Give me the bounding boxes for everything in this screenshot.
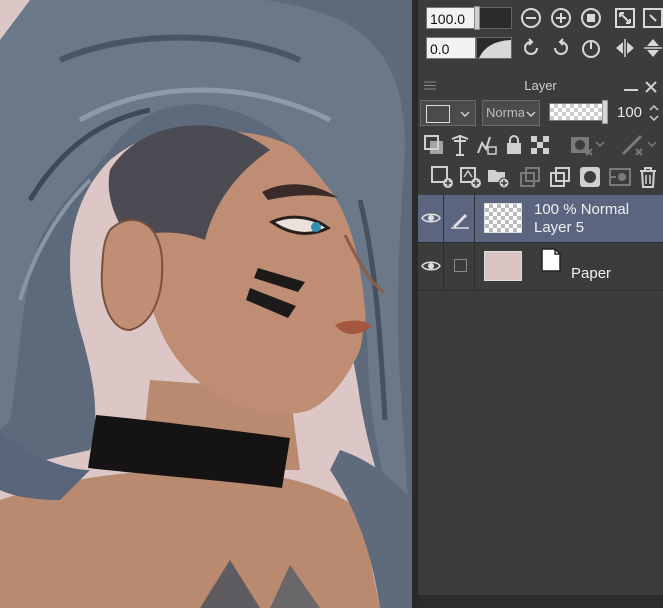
zoom-slider-thumb[interactable] bbox=[474, 6, 480, 30]
reset-rotation-icon[interactable] bbox=[580, 37, 602, 59]
close-icon[interactable] bbox=[644, 80, 658, 94]
pencil-icon bbox=[451, 214, 469, 229]
visibility-toggle[interactable] bbox=[418, 243, 444, 291]
layer-tool-row-1 bbox=[418, 130, 663, 160]
fit-window-icon[interactable] bbox=[614, 7, 636, 29]
visibility-toggle[interactable] bbox=[418, 195, 444, 243]
lock-transparent-pixels-icon[interactable] bbox=[528, 133, 552, 157]
layer-row-paper[interactable]: Paper bbox=[418, 243, 663, 291]
rotate-value-field[interactable]: 0.0 bbox=[426, 37, 476, 59]
minimize-icon[interactable] bbox=[624, 89, 638, 91]
layer-panel-header: Layer bbox=[418, 72, 663, 98]
new-raster-layer-icon[interactable] bbox=[430, 165, 454, 189]
chevron-down-icon bbox=[460, 111, 470, 118]
transfer-to-lower-layer-icon[interactable] bbox=[518, 165, 542, 189]
reference-layer-icon[interactable] bbox=[448, 133, 472, 157]
layer-list-footer bbox=[418, 595, 663, 608]
flip-horizontal-icon[interactable] bbox=[614, 37, 636, 59]
drawing-canvas[interactable] bbox=[0, 0, 412, 608]
lock-layer-icon[interactable] bbox=[502, 133, 526, 157]
opacity-slider[interactable] bbox=[549, 103, 607, 121]
combine-to-layer-below-icon[interactable] bbox=[548, 165, 572, 189]
layer-color-swatch bbox=[426, 105, 450, 123]
layer-color-dropdown[interactable] bbox=[420, 100, 476, 126]
flip-vertical-icon[interactable] bbox=[642, 37, 663, 59]
opacity-slider-thumb[interactable] bbox=[602, 100, 608, 124]
eye-icon bbox=[421, 213, 441, 223]
layer-name: Paper bbox=[571, 265, 612, 282]
blend-mode-dropdown[interactable]: Normal bbox=[482, 100, 540, 126]
zoom-out-icon[interactable] bbox=[520, 7, 542, 29]
rotate-left-icon[interactable] bbox=[520, 37, 542, 59]
edit-target-toggle[interactable] bbox=[445, 195, 475, 243]
new-vector-layer-icon[interactable] bbox=[458, 165, 482, 189]
rotate-right-icon[interactable] bbox=[550, 37, 572, 59]
enable-mask-icon[interactable] bbox=[568, 133, 608, 157]
edit-target-toggle[interactable] bbox=[445, 243, 475, 291]
layer-thumbnail bbox=[484, 203, 522, 233]
new-layer-folder-icon[interactable] bbox=[486, 165, 510, 189]
delete-layer-icon[interactable] bbox=[636, 165, 660, 189]
layer-list: 100 % Normal Layer 5 Paper bbox=[418, 195, 663, 608]
paper-thumbnail bbox=[484, 251, 522, 281]
opacity-value[interactable]: 100 bbox=[617, 104, 642, 121]
chevron-down-icon bbox=[526, 111, 536, 118]
draft-layer-icon[interactable] bbox=[474, 133, 498, 157]
apply-mask-icon[interactable] bbox=[608, 165, 632, 189]
layer-tool-row-2 bbox=[418, 162, 663, 192]
layer-name: Layer 5 bbox=[534, 219, 585, 236]
rotate-row: 0.0 bbox=[424, 34, 663, 62]
zoom-row: 100.0 bbox=[424, 4, 663, 32]
illustration bbox=[0, 0, 412, 608]
layer-row-layer-5[interactable]: 100 % Normal Layer 5 bbox=[418, 195, 663, 243]
paper-layer-icon bbox=[541, 248, 561, 272]
create-layer-mask-icon[interactable] bbox=[578, 165, 602, 189]
zoom-slider[interactable] bbox=[474, 6, 512, 30]
rotate-slider[interactable] bbox=[476, 37, 512, 59]
opacity-spinner-icon[interactable] bbox=[648, 102, 660, 124]
actual-size-icon[interactable] bbox=[580, 7, 602, 29]
checkbox-empty bbox=[454, 259, 467, 272]
ruler-icon[interactable] bbox=[620, 133, 660, 157]
layer-blend-info: 100 % Normal bbox=[534, 201, 630, 218]
fit-width-icon[interactable] bbox=[642, 7, 663, 29]
layer-property-row: Normal 100 bbox=[418, 98, 663, 128]
clip-to-layer-below-icon[interactable] bbox=[422, 133, 446, 157]
blend-mode-value: Normal bbox=[486, 105, 524, 120]
eye-icon bbox=[421, 261, 441, 271]
zoom-value-field[interactable]: 100.0 bbox=[426, 7, 476, 29]
zoom-in-icon[interactable] bbox=[550, 7, 572, 29]
